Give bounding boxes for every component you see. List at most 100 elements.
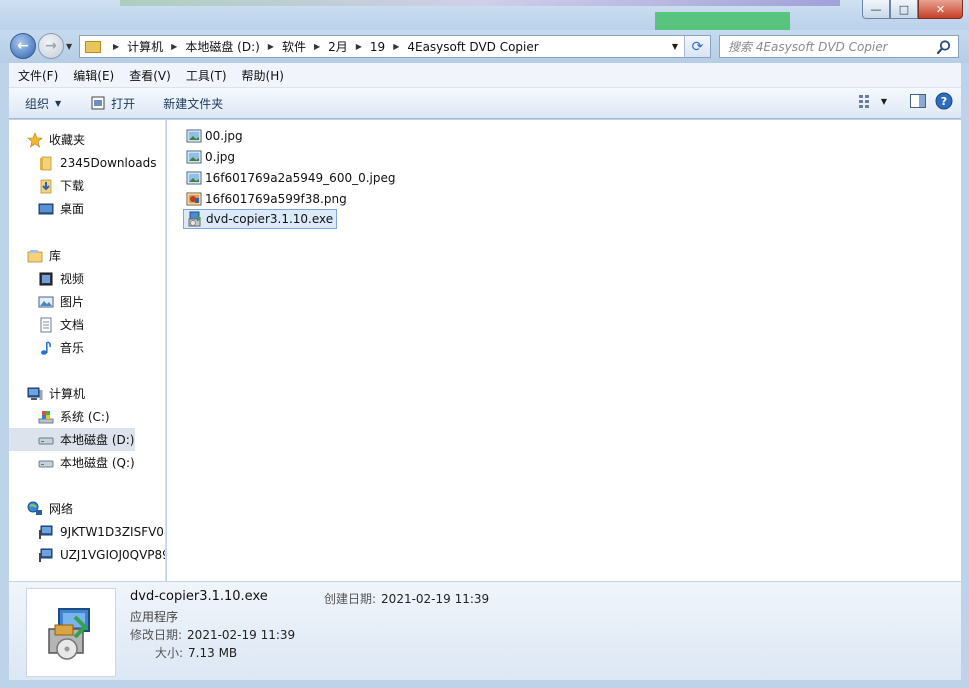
recent-pages-dropdown[interactable]: ▼ bbox=[66, 42, 72, 51]
maximize-button[interactable]: □ bbox=[890, 0, 918, 19]
breadcrumb-item[interactable]: 19 ▶ bbox=[370, 40, 407, 54]
downloads-folder-icon bbox=[40, 179, 52, 193]
file-item[interactable]: 00.jpg bbox=[183, 126, 246, 146]
breadcrumb-root[interactable]: ▶ bbox=[105, 42, 127, 51]
background-decoration bbox=[120, 0, 840, 6]
system-drive-icon bbox=[38, 410, 54, 423]
file-list: 00.jpg 0.jpg 16f601769a2a5949_600_0.jpeg… bbox=[167, 120, 961, 581]
folder-icon bbox=[40, 156, 52, 170]
nav-item-drive-q[interactable]: 本地磁盘 (Q:) bbox=[9, 451, 135, 474]
nav-item-pictures[interactable]: 图片 bbox=[9, 290, 84, 313]
details-created: 创建日期: 2021-02-19 11:39 bbox=[324, 592, 490, 606]
new-folder-label: 新建文件夹 bbox=[163, 96, 224, 111]
details-file-type: 应用程序 bbox=[130, 610, 179, 624]
folder-icon bbox=[85, 40, 101, 53]
nav-group-favorites: 收藏夹 2345Downloads 下载 桌面 bbox=[9, 128, 156, 220]
menu-bar: 文件(F) 编辑(E) 查看(V) 工具(T) 帮助(H) bbox=[9, 63, 961, 88]
nav-favorites[interactable]: 收藏夹 bbox=[9, 128, 156, 151]
forward-arrow-icon: → bbox=[45, 38, 57, 54]
search-input[interactable] bbox=[728, 39, 928, 54]
nav-network[interactable]: 网络 bbox=[9, 497, 165, 520]
nav-item-network-host-1[interactable]: 9JKTW1D3ZISFV08 bbox=[9, 520, 165, 543]
nav-item-downloads[interactable]: 下载 bbox=[9, 174, 156, 197]
forward-button[interactable]: → bbox=[38, 33, 64, 59]
address-controls: ▼ ⟳ bbox=[666, 36, 710, 57]
open-button[interactable]: 打开 bbox=[83, 91, 143, 115]
image-file-icon bbox=[186, 171, 202, 185]
details-pane: dvd-copier3.1.10.exe 应用程序 修改日期: 2021-02-1… bbox=[9, 581, 961, 680]
title-bar: — □ ✕ bbox=[0, 0, 969, 34]
file-item[interactable]: 16f601769a2a5949_600_0.jpeg bbox=[183, 168, 399, 188]
nav-item-music[interactable]: 音乐 bbox=[9, 336, 84, 359]
back-button[interactable]: ← bbox=[10, 33, 36, 59]
new-folder-button[interactable]: 新建文件夹 bbox=[155, 91, 231, 115]
image-file-icon bbox=[186, 129, 202, 143]
hard-drive-icon bbox=[38, 460, 54, 467]
breadcrumb-item[interactable]: 计算机 ▶ bbox=[127, 38, 185, 55]
window-controls: — □ ✕ bbox=[862, 0, 963, 19]
video-library-icon bbox=[39, 272, 53, 285]
nav-group-computer: 计算机 系统 (C:) 本地磁盘 (D:) 本地磁盘 (Q:) bbox=[9, 382, 135, 474]
nav-item-drive-c[interactable]: 系统 (C:) bbox=[9, 405, 135, 428]
change-view-icon[interactable] bbox=[857, 92, 875, 110]
view-controls: ▼ ? bbox=[849, 92, 953, 110]
window-frame-bottom bbox=[0, 680, 969, 688]
nav-item-desktop[interactable]: 桌面 bbox=[9, 197, 156, 220]
details-size: 大小: 7.13 MB bbox=[155, 646, 238, 660]
png-file-icon bbox=[186, 192, 202, 206]
chevron-right-icon: ▶ bbox=[113, 42, 120, 51]
file-item[interactable]: 16f601769a599f38.png bbox=[183, 189, 350, 209]
preview-pane-icon[interactable] bbox=[909, 92, 927, 110]
menu-edit[interactable]: 编辑(E) bbox=[73, 67, 114, 84]
refresh-button[interactable]: ⟳ bbox=[684, 36, 710, 57]
menu-file[interactable]: 文件(F) bbox=[18, 67, 58, 84]
nav-item-network-host-2[interactable]: UZJ1VGIOJ0QVP89 bbox=[9, 543, 165, 566]
view-dropdown-icon[interactable]: ▼ bbox=[881, 97, 887, 106]
file-item-selected[interactable]: dvd-copier3.1.10.exe bbox=[183, 209, 338, 229]
menu-help[interactable]: 帮助(H) bbox=[242, 67, 284, 84]
file-thumbnail bbox=[26, 588, 116, 677]
nav-libraries[interactable]: 库 bbox=[9, 244, 84, 267]
svg-text:?: ? bbox=[941, 95, 947, 108]
nav-item-videos[interactable]: 视频 bbox=[9, 267, 84, 290]
nav-item-drive-d[interactable]: 本地磁盘 (D:) bbox=[9, 428, 135, 451]
breadcrumb-item[interactable]: 2月 ▶ bbox=[328, 38, 370, 55]
address-row: ← → ▼ ▶ 计算机 ▶ 本地磁盘 (D:) ▶ 软件 ▶ 2月 ▶ 19 ▶ 4Eas… bbox=[0, 30, 969, 63]
breadcrumb-item[interactable]: 4Easysoft DVD Copier bbox=[407, 40, 538, 54]
address-history-dropdown[interactable]: ▼ bbox=[666, 36, 684, 57]
breadcrumb-item[interactable]: 软件 ▶ bbox=[282, 38, 328, 55]
help-icon[interactable]: ? bbox=[935, 92, 953, 110]
network-computer-icon bbox=[39, 525, 53, 539]
minimize-button[interactable]: — bbox=[862, 0, 890, 19]
chevron-right-icon: ▶ bbox=[355, 42, 362, 51]
organize-label: 组织 bbox=[25, 96, 50, 111]
search-box bbox=[719, 35, 959, 58]
installer-file-icon bbox=[188, 211, 202, 227]
details-file-name: dvd-copier3.1.10.exe bbox=[130, 589, 268, 604]
menu-view[interactable]: 查看(V) bbox=[129, 67, 171, 84]
organize-button[interactable]: 组织 ▼ bbox=[17, 91, 69, 115]
refresh-icon: ⟳ bbox=[691, 38, 704, 55]
library-icon bbox=[27, 249, 43, 262]
nav-computer[interactable]: 计算机 bbox=[9, 382, 135, 405]
nav-item-2345downloads[interactable]: 2345Downloads bbox=[9, 151, 156, 174]
search-icon[interactable] bbox=[936, 39, 952, 55]
chevron-down-icon: ▼ bbox=[55, 98, 62, 108]
image-file-icon bbox=[186, 150, 202, 164]
music-note-icon bbox=[41, 340, 52, 355]
nav-group-network: 网络 9JKTW1D3ZISFV08 UZJ1VGIOJ0QVP89 bbox=[9, 497, 165, 566]
details-modified: 修改日期: 2021-02-19 11:39 bbox=[130, 628, 296, 642]
address-bar[interactable]: ▶ 计算机 ▶ 本地磁盘 (D:) ▶ 软件 ▶ 2月 ▶ 19 ▶ 4Easysoft … bbox=[79, 35, 711, 58]
breadcrumb-item[interactable]: 本地磁盘 (D:) ▶ bbox=[185, 38, 282, 55]
back-arrow-icon: ← bbox=[17, 38, 29, 54]
network-computer-icon bbox=[39, 548, 53, 562]
desktop-icon bbox=[38, 203, 54, 214]
menu-tools[interactable]: 工具(T) bbox=[186, 67, 227, 84]
file-item[interactable]: 0.jpg bbox=[183, 147, 238, 167]
pictures-library-icon bbox=[38, 296, 54, 307]
close-button[interactable]: ✕ bbox=[918, 0, 963, 19]
open-label: 打开 bbox=[111, 96, 136, 111]
chevron-right-icon: ▶ bbox=[313, 42, 321, 51]
nav-item-documents[interactable]: 文档 bbox=[9, 313, 84, 336]
chevron-right-icon: ▶ bbox=[393, 42, 400, 51]
